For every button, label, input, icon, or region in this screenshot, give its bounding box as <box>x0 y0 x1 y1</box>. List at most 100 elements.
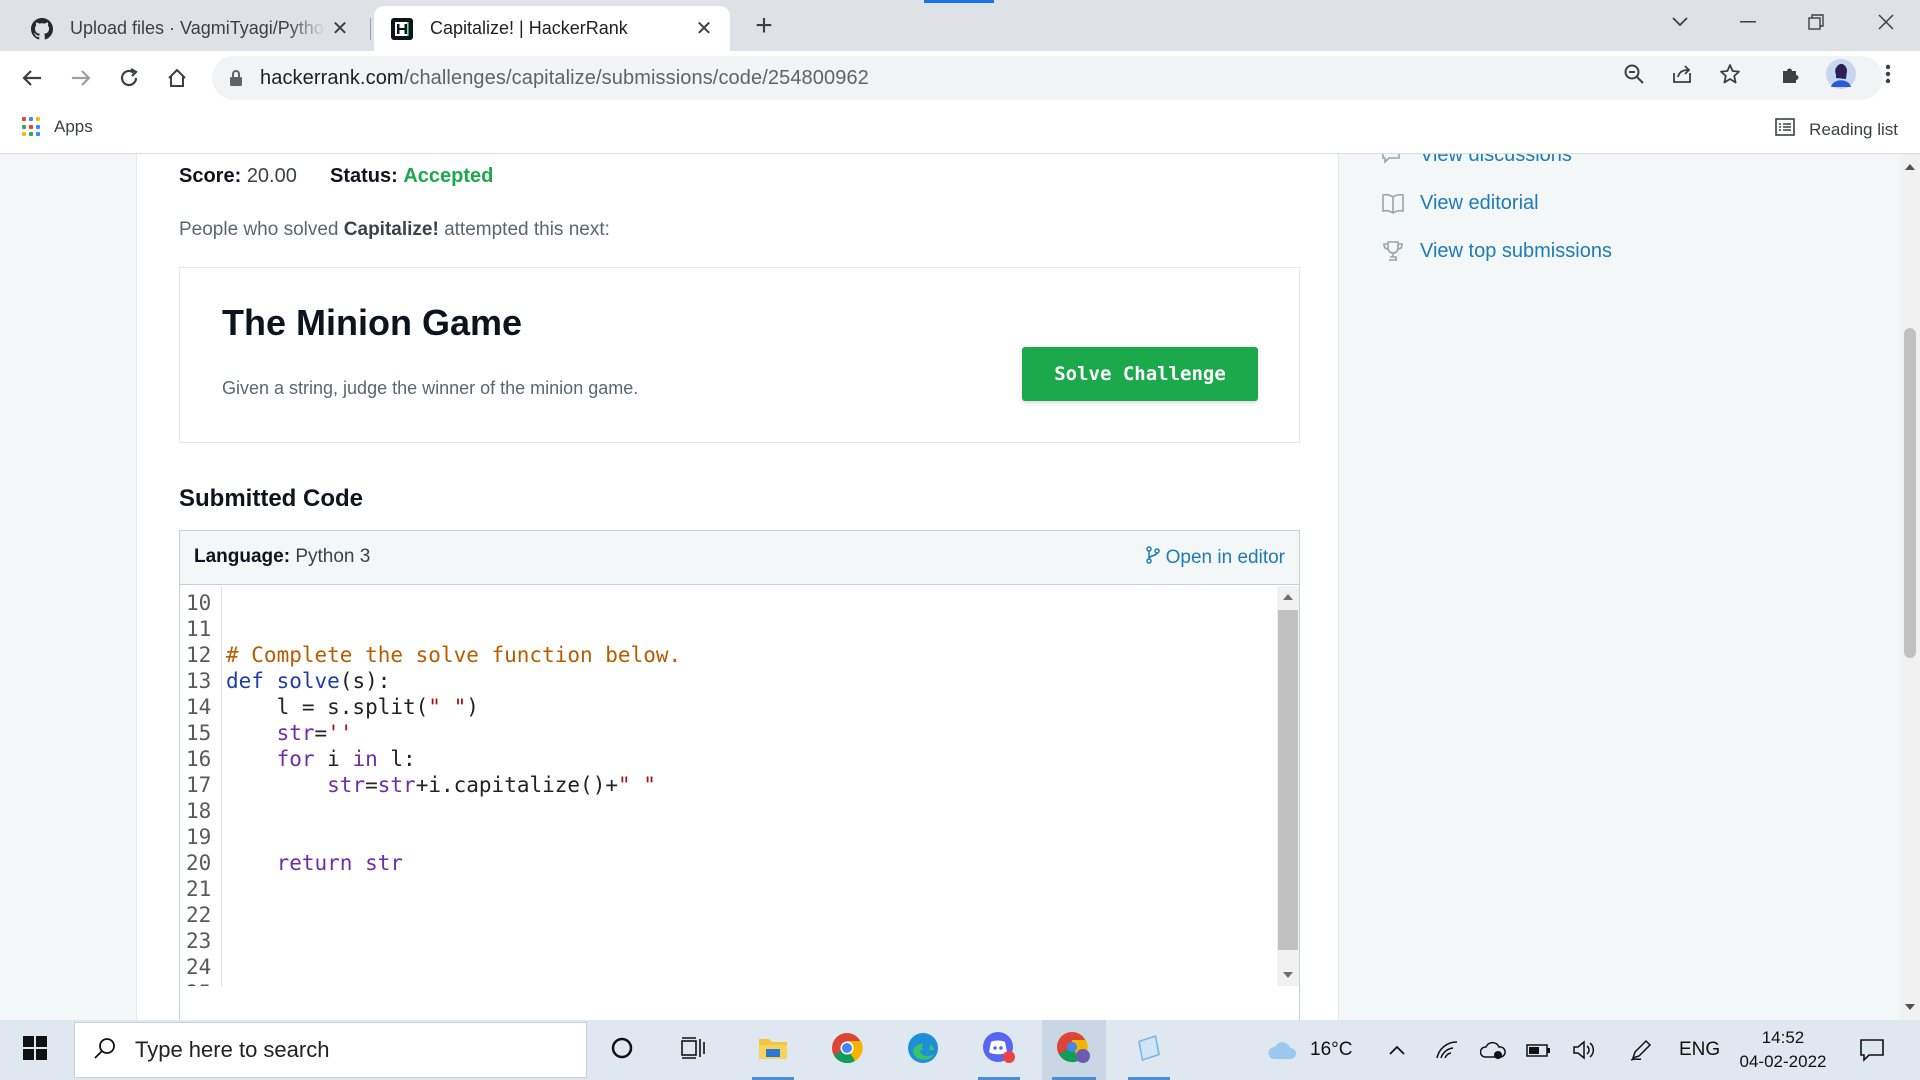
avatar[interactable] <box>1826 59 1856 89</box>
reload-button[interactable] <box>112 61 146 95</box>
page-scroll-up-arrow[interactable] <box>1905 164 1915 170</box>
notifications-icon[interactable] <box>1852 1020 1892 1080</box>
next-challenge-title[interactable]: The Minion Game <box>222 302 522 344</box>
code-scroll-thumb[interactable] <box>1278 610 1298 950</box>
notepad-app[interactable] <box>1118 1020 1180 1080</box>
menu-kebab-icon[interactable] <box>1876 62 1900 86</box>
start-button[interactable] <box>0 1020 70 1080</box>
line-number: 24 <box>186 955 212 979</box>
reading-list-label: Reading list <box>1809 119 1898 139</box>
zoom-icon[interactable] <box>1622 62 1646 86</box>
code-line: 20 return str <box>180 850 1278 876</box>
onedrive-icon[interactable] <box>1478 1020 1508 1080</box>
share-icon[interactable] <box>1670 62 1694 86</box>
tab-separator <box>370 18 371 40</box>
discord-app[interactable] <box>968 1020 1030 1080</box>
pen-icon[interactable] <box>1626 1020 1656 1080</box>
open-in-editor-label: Open in editor <box>1165 547 1285 568</box>
submission-card: Score: 20.00 Status: Accepted People who… <box>136 154 1339 1020</box>
tab-title: Upload files · VagmiTyagi/Python <box>70 18 326 38</box>
tab-upload-files[interactable]: Upload files · VagmiTyagi/Python ✕ <box>14 6 366 51</box>
code-line: 18 <box>180 798 1278 824</box>
discord-icon <box>982 1031 1016 1070</box>
solve-challenge-button[interactable]: Solve Challenge <box>1022 347 1258 401</box>
file-explorer-app[interactable] <box>742 1020 804 1080</box>
chrome-app[interactable] <box>816 1020 878 1080</box>
minimize-button[interactable] <box>1718 0 1778 44</box>
code-text: str='' <box>276 721 353 745</box>
score-status-row: Score: 20.00 Status: Accepted <box>179 165 493 188</box>
code-text: str=str+i.capitalize()+" " <box>327 773 656 797</box>
tab-search-icon[interactable] <box>1650 0 1710 44</box>
taskbar-clock[interactable]: 14:52 04-02-2022 <box>1728 1026 1838 1074</box>
clipped-heading <box>179 154 659 155</box>
chevron-up-icon[interactable] <box>1382 1020 1412 1080</box>
code-header: Language: Python 3 Open in editor <box>180 531 1299 585</box>
line-number: 23 <box>186 929 212 953</box>
book-icon <box>1380 190 1406 216</box>
code-line: 10 <box>180 590 1278 616</box>
home-button[interactable] <box>160 61 194 95</box>
edge-app[interactable] <box>892 1020 954 1080</box>
taskbar-search[interactable]: Type here to search <box>74 1022 587 1078</box>
line-number: 16 <box>186 747 212 771</box>
page-scroll-down-arrow[interactable] <box>1905 1004 1915 1010</box>
code-scrollbar[interactable] <box>1277 586 1299 986</box>
weather-icon[interactable] <box>1262 1020 1302 1080</box>
reading-list-button[interactable]: Reading list <box>1775 117 1898 142</box>
lock-icon[interactable] <box>226 68 246 88</box>
task-view-button[interactable] <box>666 1020 722 1080</box>
forward-button[interactable] <box>64 61 98 95</box>
view-discussions-link[interactable]: View discussions <box>1380 154 1572 168</box>
code-body[interactable]: 10 11 12 # Complete the solve function belo… <box>180 586 1278 986</box>
code-line: 23 <box>180 928 1278 954</box>
next-attempt-text: People who solved Capitalize! attempted … <box>179 219 610 241</box>
code-line: 12 # Complete the solve function below. <box>180 642 1278 668</box>
battery-icon[interactable] <box>1524 1020 1554 1080</box>
scroll-up-arrow[interactable] <box>1283 594 1293 600</box>
code-text: # Complete the solve function below. <box>226 643 682 667</box>
code-text: for i in l: <box>276 747 416 771</box>
url-text: hackerrank.com/challenges/capitalize/sub… <box>260 67 869 90</box>
language-label: Language: <box>194 546 291 567</box>
new-tab-button[interactable]: + <box>748 9 780 42</box>
next-challenge-card: The Minion Game Given a string, judge th… <box>179 267 1300 443</box>
close-tab-icon[interactable]: ✕ <box>690 15 718 43</box>
page-scrollbar[interactable] <box>1900 154 1920 1020</box>
code-line: 17 str=str+i.capitalize()+" " <box>180 772 1278 798</box>
bookmark-star-icon[interactable] <box>1718 62 1742 86</box>
extensions-icon[interactable] <box>1778 62 1802 86</box>
url-host: hackerrank.com <box>260 66 404 89</box>
tab-capitalize[interactable]: Capitalize! | HackerRank ✕ <box>374 6 730 51</box>
open-in-editor-link[interactable]: Open in editor <box>1145 546 1285 570</box>
close-tab-icon[interactable]: ✕ <box>326 15 354 43</box>
windows-taskbar: Type here to search 16°C ENG 14:52 04-02… <box>0 1020 1920 1080</box>
notepad-icon <box>1134 1033 1164 1068</box>
page-scroll-thumb[interactable] <box>1904 328 1916 658</box>
apps-grid-icon <box>22 117 42 137</box>
view-editorial-link[interactable]: View editorial <box>1380 190 1539 216</box>
weather-temp[interactable]: 16°C <box>1310 1020 1352 1080</box>
people-suffix: attempted this next: <box>438 219 610 240</box>
edge-icon <box>907 1032 939 1069</box>
discussion-icon <box>1380 154 1406 168</box>
line-number: 19 <box>186 825 212 849</box>
view-top-submissions-link[interactable]: View top submissions <box>1380 238 1612 264</box>
cortana-button[interactable] <box>594 1020 650 1080</box>
code-text: return str <box>276 851 404 875</box>
apps-shortcut[interactable]: Apps <box>22 117 93 137</box>
wifi-icon[interactable] <box>1432 1020 1462 1080</box>
chrome-profile-app[interactable] <box>1042 1020 1106 1080</box>
close-window-button[interactable] <box>1856 0 1916 44</box>
back-button[interactable] <box>15 61 49 95</box>
view-discussions-label: View discussions <box>1420 154 1572 166</box>
search-placeholder: Type here to search <box>135 1037 330 1062</box>
apps-label: Apps <box>54 117 93 136</box>
scroll-down-arrow[interactable] <box>1283 972 1293 978</box>
volume-icon[interactable] <box>1570 1020 1600 1080</box>
line-number: 25 <box>186 980 216 986</box>
restore-button[interactable] <box>1786 0 1846 44</box>
input-language[interactable]: ENG <box>1679 1020 1720 1080</box>
chrome-profile-icon <box>1056 1031 1092 1070</box>
line-number: 12 <box>186 643 212 667</box>
